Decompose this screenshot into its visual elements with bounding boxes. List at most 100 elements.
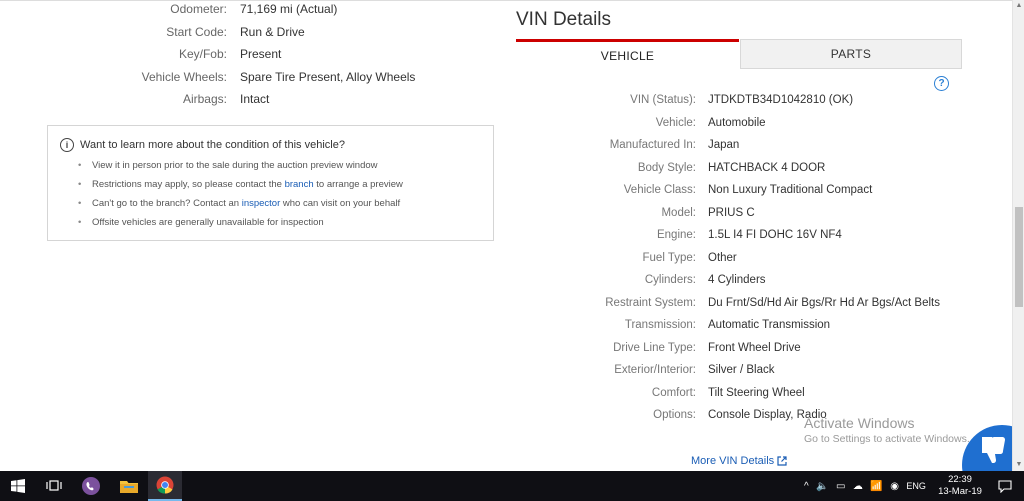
vin-detail-label: Engine: xyxy=(656,229,696,241)
vin-detail-row: Comfort: Tilt Steering Wheel xyxy=(516,387,976,407)
vin-detail-value: 4 Cylinders xyxy=(708,274,766,286)
scrollbar-thumb[interactable] xyxy=(1015,207,1023,307)
vin-detail-row: Body Style: HATCHBACK 4 DOOR xyxy=(516,162,976,182)
vin-detail-label: Body Style: xyxy=(637,162,696,174)
clock-date: 13-Mar-19 xyxy=(938,486,982,497)
spec-row-wheels: Vehicle Wheels: Spare Tire Present, Allo… xyxy=(0,70,480,90)
scroll-down-arrow[interactable]: ▼ xyxy=(1013,459,1024,471)
vin-detail-row: Drive Line Type: Front Wheel Drive xyxy=(516,342,976,362)
clock-time: 22:39 xyxy=(948,474,972,485)
vin-detail-value: Automatic Transmission xyxy=(708,319,831,331)
spec-row-start-code: Start Code: Run & Drive xyxy=(0,25,480,45)
vin-detail-label: Manufactured In: xyxy=(609,139,696,151)
info-box-title: i Want to learn more about the condition… xyxy=(60,138,345,152)
notification-center-icon[interactable] xyxy=(990,471,1020,501)
file-explorer-icon[interactable] xyxy=(112,471,146,501)
spec-row-airbags: Airbags: Intact xyxy=(0,92,480,112)
battery-icon[interactable]: ▭ xyxy=(836,481,845,492)
external-link-icon xyxy=(777,456,787,466)
spec-label: Start Code: xyxy=(166,25,227,39)
vin-detail-label: Transmission: xyxy=(624,319,696,331)
vin-details-title: VIN Details xyxy=(516,9,612,30)
list-item: View it in person prior to the sale duri… xyxy=(78,160,403,179)
page-scrollbar[interactable]: ▲ ▼ xyxy=(1012,0,1024,471)
vin-detail-row: Cylinders: 4 Cylinders xyxy=(516,274,976,294)
watermark-line2: Go to Settings to activate Windows. xyxy=(804,433,970,445)
vin-detail-value: HATCHBACK 4 DOOR xyxy=(708,162,826,174)
system-tray: ^ 🔈 ▭ ☁ 📶 ◉ ENG xyxy=(800,471,930,501)
info-icon: i xyxy=(60,138,74,152)
vin-detail-value: 1.5L I4 FI DOHC 16V NF4 xyxy=(708,229,842,241)
branch-link[interactable]: branch xyxy=(285,179,314,190)
vin-detail-label: Fuel Type: xyxy=(642,252,697,264)
more-vin-details-label[interactable]: More VIN Details xyxy=(691,455,774,467)
spec-label: Key/Fob: xyxy=(178,47,227,61)
vin-detail-value: Front Wheel Drive xyxy=(708,342,801,354)
vin-detail-value: JTDKDTB34D1042810 (OK) xyxy=(708,94,854,106)
scroll-up-arrow[interactable]: ▲ xyxy=(1013,0,1024,12)
network-icon[interactable]: 📶 xyxy=(870,481,882,492)
tab-vehicle[interactable]: VEHICLE xyxy=(516,39,739,69)
spec-label: Odometer: xyxy=(170,2,227,16)
list-item-text: Offsite vehicles are generally unavailab… xyxy=(92,217,324,228)
spec-value: 71,169 mi (Actual) xyxy=(240,2,338,16)
vin-detail-row: Transmission: Automatic Transmission xyxy=(516,319,976,339)
vin-detail-row: Vehicle: Automobile xyxy=(516,117,976,137)
volume-icon[interactable]: 🔈 xyxy=(816,481,828,492)
vin-detail-row: Engine: 1.5L I4 FI DOHC 16V NF4 xyxy=(516,229,976,249)
vin-detail-row: Fuel Type: Other xyxy=(516,252,976,272)
spec-value: Spare Tire Present, Alloy Wheels xyxy=(240,70,416,84)
list-item-text: View it in person prior to the sale duri… xyxy=(92,160,378,171)
vin-detail-value: Non Luxury Traditional Compact xyxy=(708,184,873,196)
inspector-link[interactable]: inspector xyxy=(242,198,281,209)
vin-detail-row: Restraint System: Du Frnt/Sd/Hd Air Bgs/R… xyxy=(516,297,976,317)
vin-detail-row: VIN (Status): JTDKDTB34D1042810 (OK) xyxy=(516,94,976,114)
vin-detail-label: Vehicle Class: xyxy=(623,184,696,196)
help-icon[interactable]: ? xyxy=(934,76,949,91)
vin-detail-label: Model: xyxy=(661,207,696,219)
vin-detail-value: Other xyxy=(708,252,737,264)
list-item-text: who can visit on your behalf xyxy=(280,198,401,209)
onedrive-cloud-icon[interactable]: ☁ xyxy=(853,481,863,492)
list-item: Offsite vehicles are generally unavailab… xyxy=(78,217,403,236)
windows-taskbar: ^ 🔈 ▭ ☁ 📶 ◉ ENG 22:39 13-Mar-19 xyxy=(0,471,1024,501)
thumbs-down-icon xyxy=(982,437,1005,463)
viber-icon[interactable] xyxy=(74,471,108,501)
list-item-text: Restrictions may apply, so please contac… xyxy=(92,179,285,190)
spec-value: Run & Drive xyxy=(240,25,305,39)
vin-detail-row: Vehicle Class: Non Luxury Traditional Com… xyxy=(516,184,976,204)
vin-detail-value: Silver / Black xyxy=(708,364,775,376)
vin-detail-value: PRIUS C xyxy=(708,207,755,219)
vin-detail-label: Exterior/Interior: xyxy=(614,364,696,376)
web-page: Odometer: 71,169 mi (Actual) Start Code:… xyxy=(0,0,1012,471)
vin-detail-value: Automobile xyxy=(708,117,766,129)
vin-tabs: VEHICLE PARTS xyxy=(516,39,962,69)
spec-row-odometer: Odometer: 71,169 mi (Actual) xyxy=(0,2,480,22)
language-indicator[interactable]: ENG xyxy=(906,481,926,491)
info-title-text: Want to learn more about the condition o… xyxy=(80,139,345,151)
spec-value: Present xyxy=(240,47,282,61)
info-list: View it in person prior to the sale duri… xyxy=(78,160,403,236)
vin-detail-row: Exterior/Interior: Silver / Black xyxy=(516,364,976,384)
taskbar-clock[interactable]: 22:39 13-Mar-19 xyxy=(930,474,990,498)
list-item: Can't go to the branch? Contact an inspe… xyxy=(78,198,403,217)
vin-detail-value: Japan xyxy=(708,139,740,151)
vin-detail-label: Comfort: xyxy=(651,387,696,399)
spec-label: Airbags: xyxy=(182,92,227,106)
activate-windows-watermark: Activate Windows Go to Settings to activ… xyxy=(804,415,970,445)
spec-row-key-fob: Key/Fob: Present xyxy=(0,47,480,67)
tray-chevron-up-icon[interactable]: ^ xyxy=(804,481,809,492)
list-item: Restrictions may apply, so please contac… xyxy=(78,179,403,198)
vin-detail-row: Manufactured In: Japan xyxy=(516,139,976,159)
chrome-icon[interactable] xyxy=(148,471,182,501)
vin-detail-label: Options: xyxy=(653,409,696,421)
tab-parts[interactable]: PARTS xyxy=(740,39,962,69)
more-vin-details-link[interactable]: More VIN Details xyxy=(691,455,787,467)
spec-label: Vehicle Wheels: xyxy=(141,70,227,84)
viber-tray-icon[interactable]: ◉ xyxy=(890,481,899,492)
vin-detail-label: VIN (Status): xyxy=(630,94,696,106)
vin-detail-label: Drive Line Type: xyxy=(613,342,696,354)
vin-detail-label: Restraint System: xyxy=(605,297,696,309)
windows-start-icon[interactable] xyxy=(0,471,36,501)
task-view-icon[interactable] xyxy=(38,471,70,501)
